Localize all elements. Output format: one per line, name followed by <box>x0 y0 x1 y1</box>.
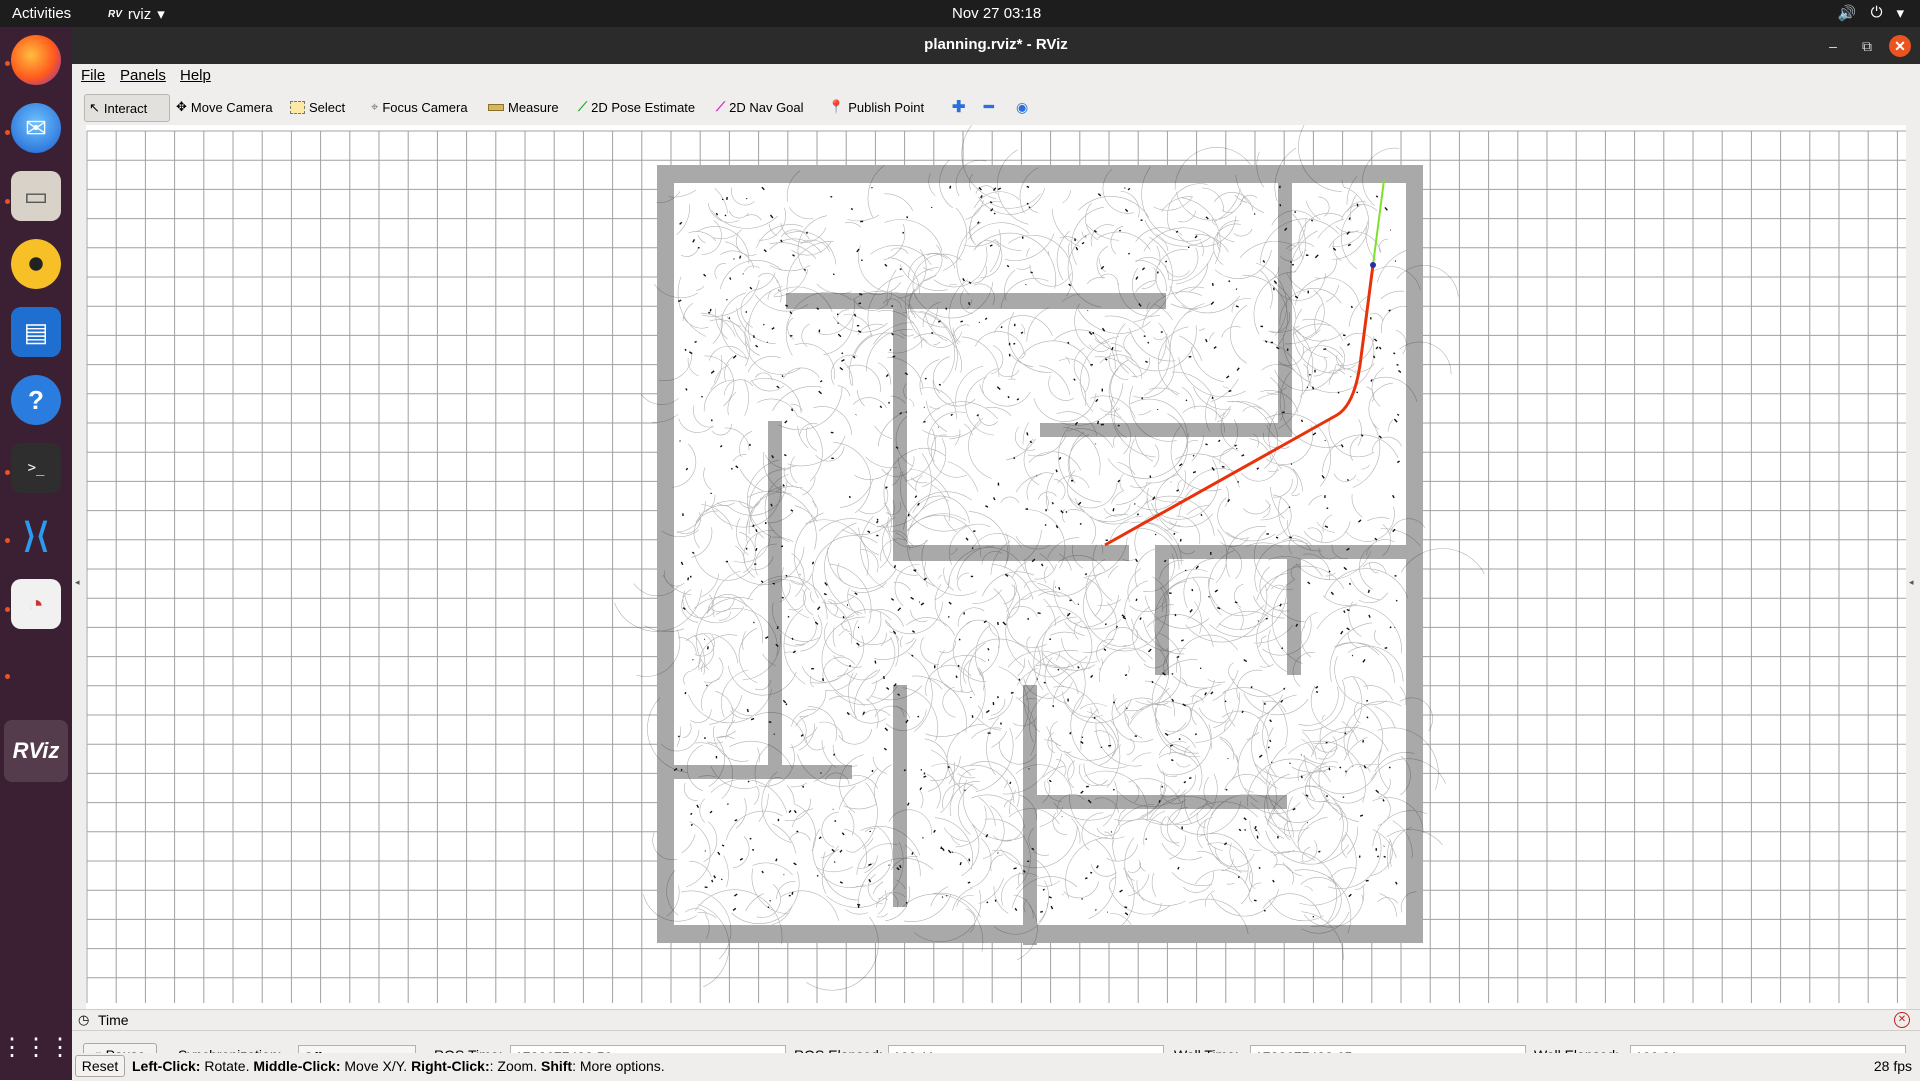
map-inner-wall <box>674 765 852 779</box>
hint-right-click-key: Right-Click: <box>411 1058 490 1074</box>
window-title: planning.rviz* - RViz <box>924 36 1068 53</box>
chevron-down-icon: ▾ <box>157 6 165 23</box>
add-tool-icon[interactable]: ✚ <box>948 94 969 120</box>
select-label: Select <box>309 99 346 115</box>
system-tray[interactable]: 🔊 ⏻ ▾ <box>1838 4 1904 22</box>
activities-button[interactable]: Activities <box>12 5 71 22</box>
rhythmbox-icon[interactable] <box>11 239 61 289</box>
expand-right-icon: ◂ <box>1909 577 1914 587</box>
move-camera-label: Move Camera <box>190 99 273 115</box>
clock[interactable]: Nov 27 03:18 <box>952 5 1041 22</box>
time-panel-title: Time <box>98 1012 129 1028</box>
menu-file[interactable]: File <box>81 67 105 84</box>
nav-goal-label: 2D Nav Goal <box>729 99 804 115</box>
show-apps-icon[interactable]: ⋮⋮⋮ <box>0 1022 72 1072</box>
focus-camera-label: Focus Camera <box>382 99 468 115</box>
running-indicator <box>5 470 10 475</box>
chevron-down-icon[interactable]: ▾ <box>1896 4 1904 22</box>
interact-tool-button[interactable]: ↖ Interact <box>84 94 170 122</box>
map-inner-wall <box>1040 423 1292 437</box>
libreoffice-writer-icon[interactable]: ▤ <box>11 307 61 357</box>
fps-counter: 28 fps <box>1873 1058 1912 1074</box>
measure-label: Measure <box>508 99 559 115</box>
hint-left-click-key: Left-Click: <box>132 1058 201 1074</box>
green-arrow-icon: ⟋ <box>578 99 588 114</box>
nav-goal-tool-button[interactable]: ⟋ 2D Nav Goal <box>712 94 808 120</box>
gnome-top-bar: Activities RV rviz ▾ Nov 27 03:18 🔊 ⏻ ▾ <box>0 0 1920 27</box>
thunderbird-icon[interactable]: ✉ <box>11 103 61 153</box>
rviz-icon[interactable]: RViz <box>11 726 61 776</box>
dock: ✉ ▭ ▤ ? >_ ⟩⟨ ◔ RViz ⋮⋮⋮ <box>0 27 72 1080</box>
rviz-mini-icon: RV <box>108 8 122 20</box>
move-camera-tool-button[interactable]: ✥ Move Camera <box>172 94 277 120</box>
hint-shift-key: Shift <box>540 1058 573 1074</box>
rviz-window: planning.rviz* - RViz – ⧉ ✕ File Panels … <box>72 27 1920 1081</box>
minimize-icon[interactable]: – <box>1822 35 1844 57</box>
volume-icon[interactable]: 🔊 <box>1838 4 1857 22</box>
right-dock-handle <box>1906 125 1920 1009</box>
robot-pose-marker <box>1370 262 1376 268</box>
menu-bar: File Panels Help <box>72 64 1920 88</box>
map-pin-icon: 📍 <box>828 99 845 114</box>
running-indicator <box>5 130 10 135</box>
pink-arrow-icon: ⟋ <box>716 99 726 114</box>
cursor-icon: ↖ <box>89 100 100 115</box>
menu-help[interactable]: Help <box>180 67 211 84</box>
3d-viewport[interactable]: ◂ ◂ <box>72 125 1920 1009</box>
interact-label: Interact <box>103 100 148 116</box>
vscode-icon[interactable]: ⟩⟨ <box>11 511 61 561</box>
help-icon[interactable]: ? <box>11 375 61 425</box>
power-icon[interactable]: ⏻ <box>1871 4 1883 22</box>
map-inner-wall <box>893 685 907 907</box>
map-inner-wall <box>1160 545 1408 559</box>
document-viewer-icon[interactable]: ◔ <box>11 579 61 629</box>
running-indicator <box>5 607 10 612</box>
map-inner-wall <box>1155 545 1169 675</box>
ruler-icon <box>488 103 504 111</box>
pose-estimate-label: 2D Pose Estimate <box>591 99 696 115</box>
focus-camera-tool-button[interactable]: ⌖ Focus Camera <box>367 94 472 120</box>
clock-icon: ◷ <box>78 1012 90 1027</box>
tool-properties-icon[interactable]: ◉ <box>1012 94 1032 120</box>
hint-right-click-text: : Zoom. <box>489 1058 541 1074</box>
tool-bar: ↖ Interact ✥ Move Camera Select ⌖ Focus … <box>72 88 1920 126</box>
menu-panels[interactable]: Panels <box>120 67 166 84</box>
maximize-icon[interactable]: ⧉ <box>1856 35 1878 57</box>
running-indicator <box>5 199 10 204</box>
title-bar[interactable]: planning.rviz* - RViz – ⧉ ✕ <box>72 27 1920 64</box>
hint-left-click-text: Rotate. <box>200 1058 254 1074</box>
terminal-icon[interactable]: >_ <box>11 443 61 493</box>
hint-middle-click-key: Middle-Click: <box>253 1058 341 1074</box>
app-menu-label: rviz <box>127 5 152 23</box>
close-icon[interactable]: ✕ <box>1889 35 1911 57</box>
left-dock-handle <box>72 125 86 1009</box>
files-icon[interactable]: ▭ <box>11 171 61 221</box>
remove-tool-icon[interactable]: ━ <box>980 94 998 120</box>
publish-point-tool-button[interactable]: 📍 Publish Point <box>824 94 928 120</box>
hint-shift-text: : More options. <box>572 1058 665 1074</box>
running-indicator <box>5 674 10 679</box>
measure-tool-button[interactable]: Measure <box>484 94 563 120</box>
firefox-icon[interactable] <box>11 35 61 85</box>
reset-button[interactable]: Reset <box>75 1055 125 1077</box>
status-bar: Reset Left-Click: Rotate. Middle-Click: … <box>72 1053 1920 1080</box>
select-icon <box>290 100 305 114</box>
select-tool-button[interactable]: Select <box>286 94 349 120</box>
hint-middle-click-text: Move X/Y. <box>340 1058 412 1074</box>
move-icon: ✥ <box>176 99 187 114</box>
render-scene[interactable]: ◂ ◂ <box>72 125 1920 1009</box>
running-indicator <box>5 538 10 543</box>
status-hint: Left-Click: Rotate. Middle-Click: Move X… <box>132 1058 665 1074</box>
app-menu[interactable]: RV rviz ▾ <box>108 5 165 24</box>
focus-icon: ⌖ <box>371 99 379 114</box>
time-panel-header: ◷ Time ✕ <box>72 1010 1920 1031</box>
close-panel-icon[interactable]: ✕ <box>1894 1012 1910 1028</box>
publish-point-label: Publish Point <box>848 99 925 115</box>
running-indicator <box>5 61 10 66</box>
expand-left-icon: ◂ <box>75 577 80 587</box>
pose-estimate-tool-button[interactable]: ⟋ 2D Pose Estimate <box>574 94 699 120</box>
